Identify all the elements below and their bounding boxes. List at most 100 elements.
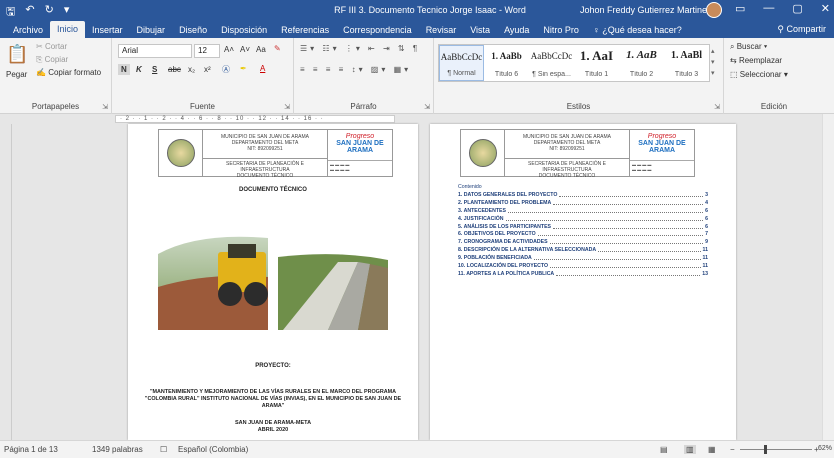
group-label: Estilos [566, 102, 591, 111]
page-header: MUNICIPIO DE SAN JUAN DE ARAMA DEPARTAME… [460, 129, 695, 179]
toc-entry[interactable]: 9. POBLACIÓN BENEFICIADA 11 [458, 254, 708, 262]
font-name-input[interactable]: Arial [118, 44, 192, 58]
align-buttons[interactable]: ≡ ≡ ≡ ≡ ↕▾ ▨▾ ▦▾ [300, 65, 411, 74]
replace-icon: ⇆ [730, 56, 739, 65]
style-titulo-2[interactable]: 1. AaB Título 2 [619, 45, 664, 81]
toc-entry[interactable]: 5. ANÁLISIS DE LOS PARTICIPANTES 6 [458, 223, 708, 231]
tab-insertar[interactable]: Insertar [85, 23, 130, 37]
vertical-scrollbar[interactable] [822, 114, 834, 440]
italic-button[interactable]: K [136, 65, 142, 74]
tab-inicio[interactable]: Inicio [50, 21, 86, 38]
customize-icon[interactable]: ▾ [64, 3, 70, 22]
zoom-slider[interactable] [740, 449, 812, 450]
highlight-icon[interactable]: ✒ [240, 64, 247, 73]
subscript-button[interactable]: x₂ [188, 65, 195, 74]
quick-access-toolbar: 🖫 ↶ ↻ ▾ [6, 3, 69, 22]
style-sin-espaciado[interactable]: AaBbCcDc ¶ Sin espa... [529, 45, 574, 81]
dialog-launcher-icon[interactable]: ⇲ [102, 103, 108, 111]
tell-me-box[interactable]: ♀ ¿Qué desea hacer? [586, 23, 689, 37]
paste-icon[interactable]: 📋 [6, 44, 28, 65]
tab-dibujar[interactable]: Dibujar [130, 23, 173, 37]
proofing-icon[interactable]: ☐ [160, 445, 167, 454]
dialog-launcher-icon[interactable]: ⇲ [714, 103, 720, 111]
underline-button[interactable]: S [152, 65, 157, 74]
toc-entry[interactable]: 3. ANTECEDENTES 6 [458, 207, 708, 215]
language[interactable]: Español (Colombia) [178, 445, 248, 454]
format-painter-button[interactable]: ✍ Copiar formato [36, 68, 101, 77]
tab-referencias[interactable]: Referencias [274, 23, 336, 37]
replace-button[interactable]: ⇆ Reemplazar [730, 56, 782, 65]
style-normal[interactable]: AaBbCcDc ¶ Normal [439, 45, 484, 81]
tab-vista[interactable]: Vista [463, 23, 497, 37]
document-page-1[interactable]: MUNICIPIO DE SAN JUAN DE ARAMA DEPARTAME… [128, 124, 418, 440]
zoom-level[interactable]: 62% [818, 445, 832, 452]
tab-nitro-pro[interactable]: Nitro Pro [536, 23, 586, 37]
group-label: Portapapeles [31, 102, 80, 111]
toc-entry[interactable]: 10. LOCALIZACIÓN DEL PROYECTO 11 [458, 262, 708, 270]
maximize-icon[interactable]: ▢ [792, 2, 802, 15]
vertical-ruler[interactable] [0, 124, 12, 440]
page-count[interactable]: Página 1 de 13 [4, 445, 58, 454]
municipal-seal-icon [468, 139, 497, 167]
tab-ayuda[interactable]: Ayuda [497, 23, 536, 37]
paste-button[interactable]: Pegar [6, 70, 27, 79]
grow-font-button[interactable]: A˄ [224, 45, 234, 54]
header-nit: NIT: 892099251 [247, 146, 283, 152]
document-canvas[interactable]: MUNICIPIO DE SAN JUAN DE ARAMA DEPARTAME… [12, 124, 822, 440]
clear-format-icon[interactable]: ✎ [274, 44, 281, 53]
document-page-2[interactable]: MUNICIPIO DE SAN JUAN DE ARAMA DEPARTAME… [430, 124, 736, 440]
ribbon-display-icon[interactable]: ▭ [735, 2, 745, 15]
dialog-launcher-icon[interactable]: ⇲ [424, 103, 430, 111]
toc-entry[interactable]: 8. DESCRIPCIÓN DE LA ALTERNATIVA SELECCI… [458, 246, 708, 254]
styles-scroll-icon[interactable]: ▴ ▾ ▾ [711, 46, 715, 79]
redo-icon[interactable]: ↻ [45, 3, 54, 22]
zoom-slider-thumb[interactable] [764, 445, 767, 454]
save-icon[interactable]: 🖫 [6, 3, 15, 22]
toc-entry[interactable]: 6. OBJETIVOS DEL PROYECTO 7 [458, 230, 708, 238]
toc-entry[interactable]: 4. JUSTIFICACIÓN 6 [458, 215, 708, 223]
cut-button[interactable]: ✂ Cortar [36, 42, 67, 51]
copy-button[interactable]: ⎘ Copiar [36, 55, 68, 65]
style-titulo-1[interactable]: 1. AaI Título 1 [574, 45, 619, 81]
shrink-font-button[interactable]: A˅ [240, 45, 250, 54]
toc-entry[interactable]: 1. DATOS GENERALES DEL PROYECTO 3 [458, 191, 708, 199]
word-count[interactable]: 1349 palabras [92, 445, 143, 454]
project-place-date: SAN JUAN DE ARAMA-META ABRIL 2020 [234, 420, 312, 433]
dialog-launcher-icon[interactable]: ⇲ [284, 103, 290, 111]
font-color-icon[interactable]: A [260, 64, 265, 73]
strikethrough-button[interactable]: abc [168, 65, 181, 74]
undo-icon[interactable]: ↶ [25, 3, 34, 22]
bold-button[interactable]: N [118, 64, 130, 75]
list-buttons[interactable]: ☰▾ ☷▾ ⋮▾ ⇤ ⇥ ⇅ ¶ [300, 44, 420, 53]
text-effects-icon[interactable]: Ⓐ [222, 64, 230, 75]
minimize-icon[interactable]: — [763, 2, 774, 15]
avatar[interactable] [706, 2, 722, 18]
print-layout-icon[interactable]: ▥ [684, 445, 696, 454]
change-case-button[interactable]: Aa [256, 45, 266, 54]
find-button[interactable]: ⌕ Buscar ▾ [730, 42, 767, 52]
tab-revisar[interactable]: Revisar [419, 23, 464, 37]
share-button[interactable]: ⚲ Compartir [777, 24, 826, 35]
read-mode-icon[interactable]: ▤ [660, 445, 668, 454]
font-size-input[interactable]: 12 [194, 44, 220, 58]
tab-disposicion[interactable]: Disposición [214, 23, 274, 37]
table-of-contents: Contenido 1. DATOS GENERALES DEL PROYECT… [458, 184, 708, 278]
web-layout-icon[interactable]: ▦ [708, 445, 716, 454]
zoom-out-icon[interactable]: − [730, 445, 735, 454]
tab-archivo[interactable]: Archivo [6, 23, 50, 37]
user-name[interactable]: Johon Freddy Gutierrez Martinez [580, 5, 712, 15]
superscript-button[interactable]: x² [204, 65, 211, 74]
style-titulo-6[interactable]: 1. AaBb Título 6 [484, 45, 529, 81]
close-icon[interactable]: ✕ [821, 2, 830, 15]
road-construction-photo [158, 236, 388, 330]
tab-diseno[interactable]: Diseño [172, 23, 214, 37]
horizontal-ruler[interactable]: · 2 · · 1 · · 2 · · 4 · · 6 · · 8 · · 10… [0, 114, 834, 124]
toc-entry[interactable]: 7. CRONOGRAMA DE ACTIVIDADES 9 [458, 238, 708, 246]
style-titulo-3[interactable]: 1. AaBl Título 3 [664, 45, 709, 81]
toc-entry[interactable]: 11. APORTES A LA POLÍTICA PUBLICA 13 [458, 270, 708, 278]
page-header: MUNICIPIO DE SAN JUAN DE ARAMA DEPARTAME… [158, 129, 393, 179]
tab-correspondencia[interactable]: Correspondencia [336, 23, 419, 37]
header-meta-table: ▬ ▬ ▬ ▬ ▬ ▬ ▬ ▬ [328, 160, 392, 173]
select-button[interactable]: ⬚ Seleccionar ▾ [730, 70, 788, 79]
toc-entry[interactable]: 2. PLANTEAMIENTO DEL PROBLEMA 4 [458, 199, 708, 207]
